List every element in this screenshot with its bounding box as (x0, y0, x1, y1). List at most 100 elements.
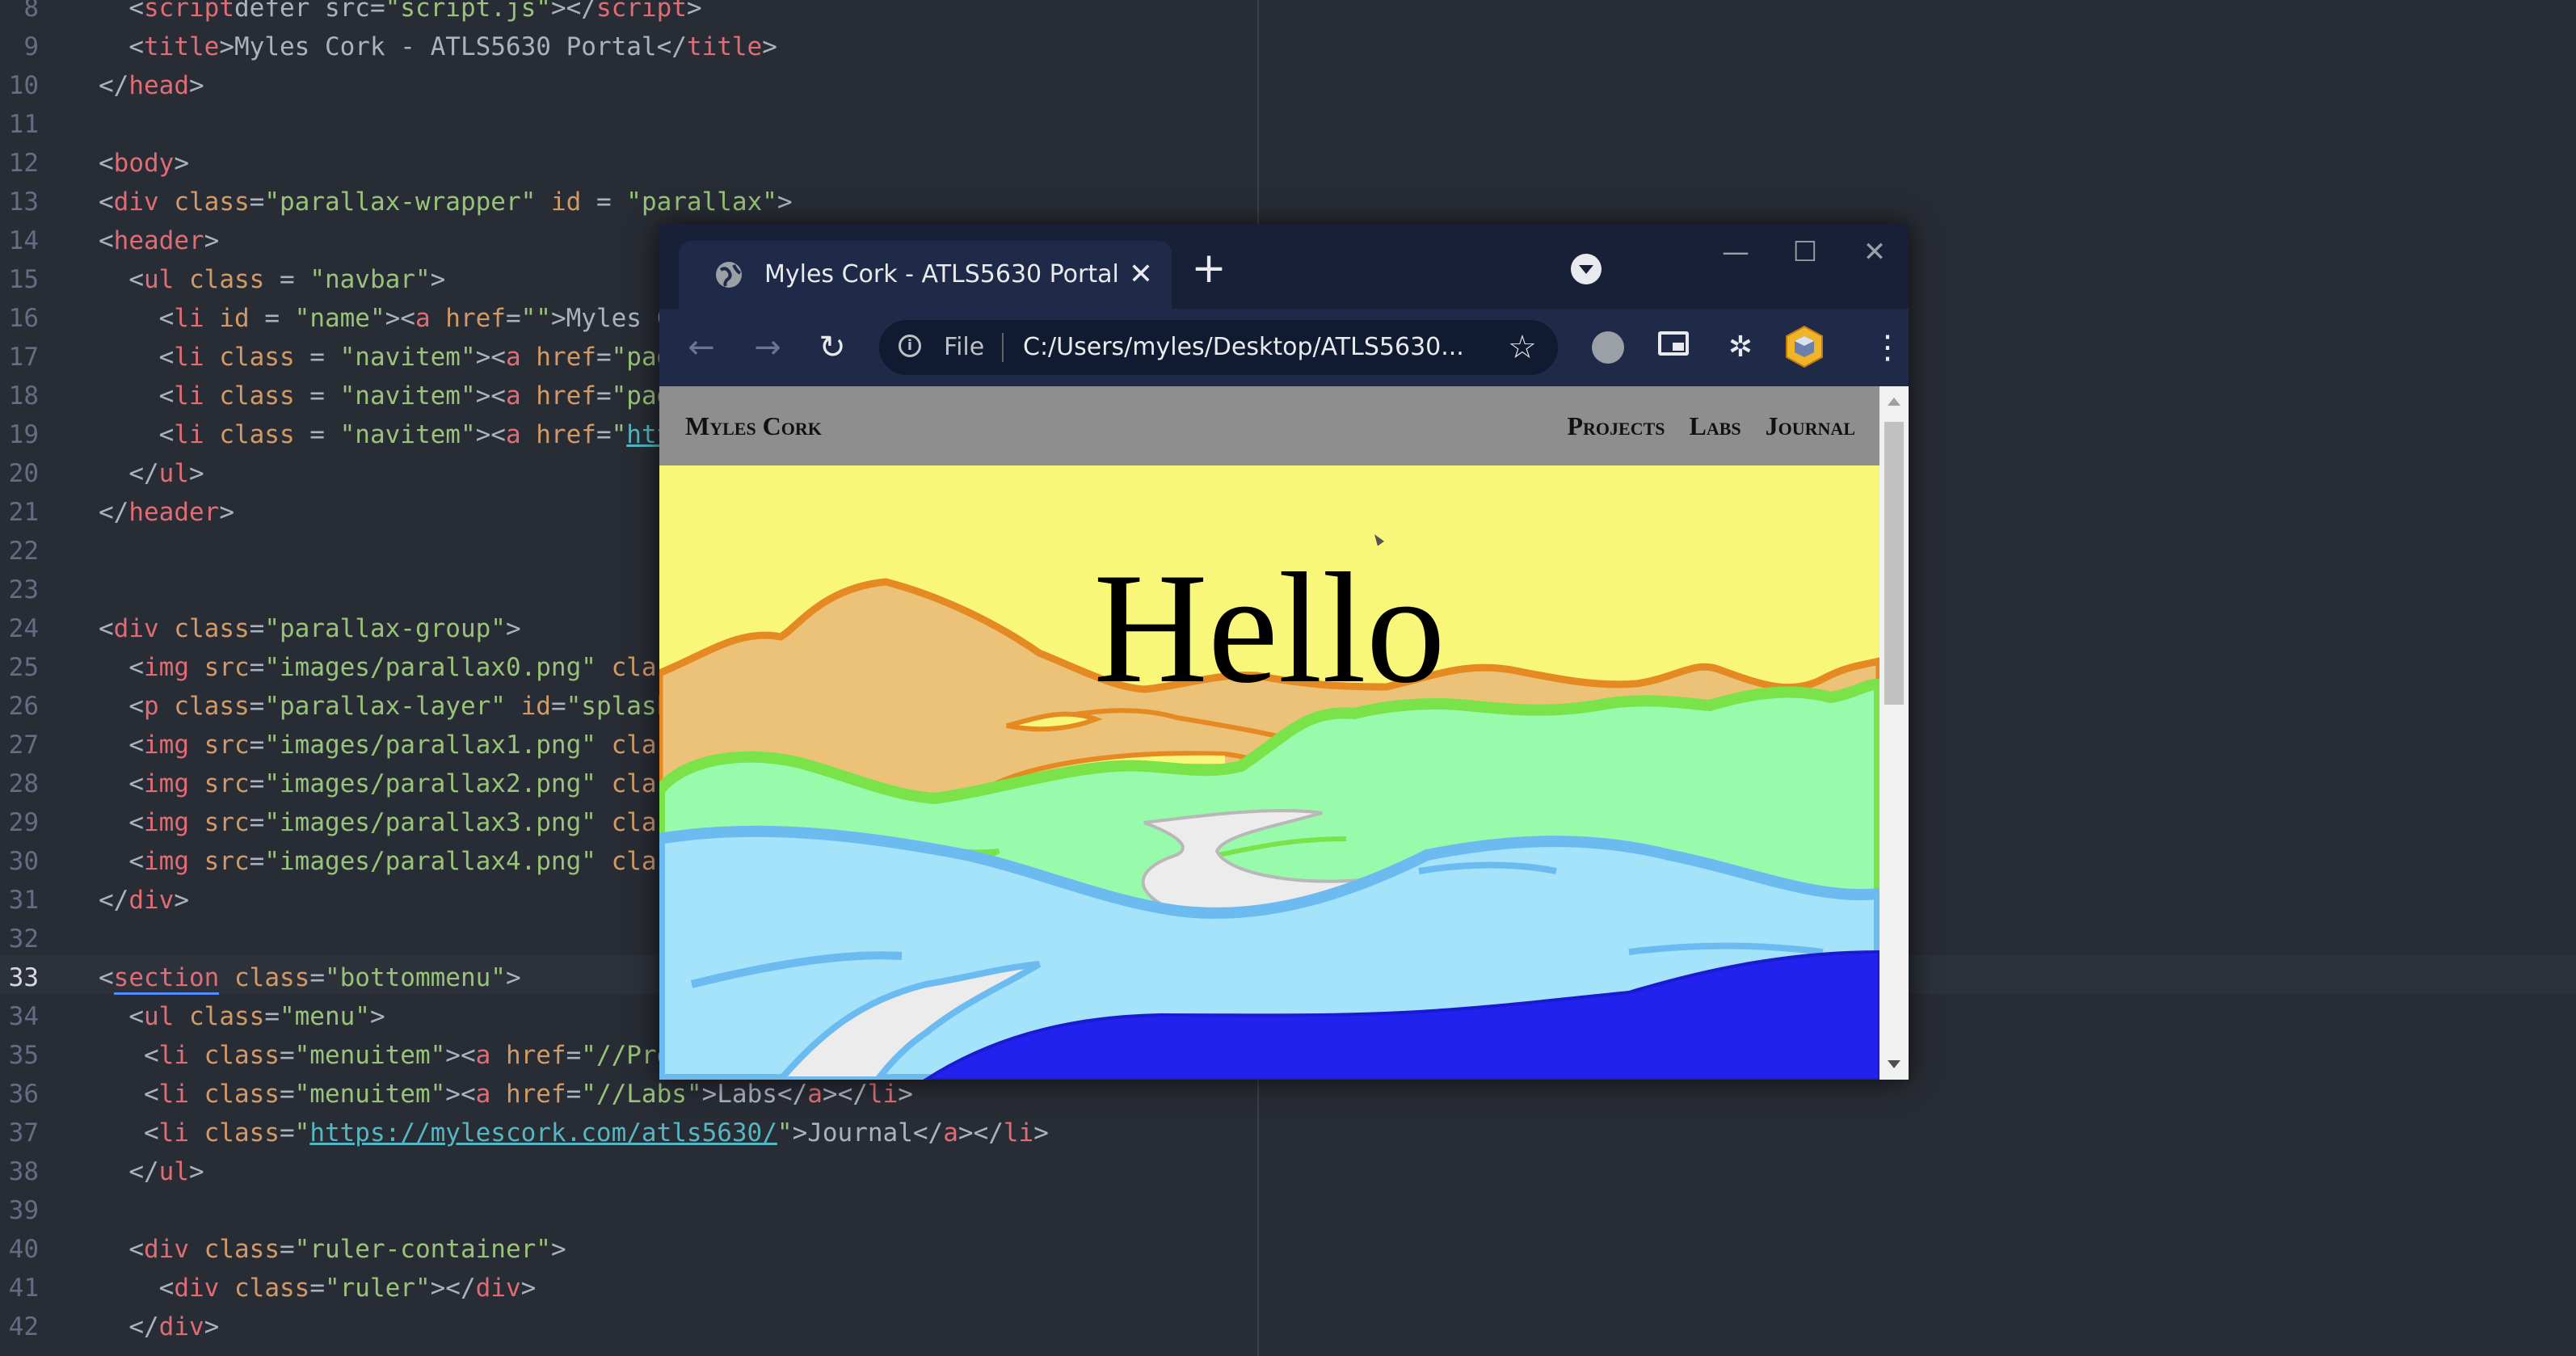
line-number: 23 (8, 575, 39, 604)
code-line[interactable]: 32 (0, 920, 99, 958)
code-line[interactable]: 11 (0, 105, 99, 144)
close-window-button[interactable]: ✕ (1841, 228, 1909, 276)
code-token: class (188, 1118, 280, 1148)
code-token: = (264, 265, 310, 294)
nav-link-labs[interactable]: Labs (1690, 407, 1741, 444)
code-line[interactable]: 8 <scriptdefer src="script.js"></script> (0, 0, 701, 27)
code-token: class (204, 343, 295, 372)
code-line[interactable]: 36 <li class="menuitem"><a href="//Labs"… (0, 1075, 913, 1114)
info-icon[interactable]: i (899, 335, 921, 357)
code-token: class (204, 420, 295, 449)
profile-cube-icon[interactable] (1784, 325, 1825, 368)
url-text[interactable]: C:/Users/myles/Desktop/ATLS5630... (1023, 331, 1464, 364)
code-token: "parallax-wrapper" (264, 187, 537, 217)
code-token: < (99, 808, 144, 837)
star-icon[interactable]: ☆ (1508, 330, 1537, 365)
code-token: < (99, 847, 144, 876)
title-bar[interactable]: Myles Cork - ATLS5630 Portal ✕ + — ☐ ✕ (659, 225, 1909, 309)
code-line[interactable]: 34 <ul class="menu"> (0, 997, 385, 1036)
code-token: src (189, 847, 250, 876)
browser-window[interactable]: Myles Cork - ATLS5630 Portal ✕ + — ☐ ✕ ←… (659, 225, 1909, 1080)
code-line[interactable]: 12 <body> (0, 144, 189, 183)
code-line[interactable]: 14 <header> (0, 221, 220, 260)
code-line[interactable]: 41 <div class="ruler"></div> (0, 1269, 537, 1308)
page-viewport[interactable]: Myles Cork Projects Labs Journal Hello (659, 386, 1909, 1080)
code-line[interactable]: 28 <img src="images/parallax2.png" class (0, 764, 687, 803)
picture-in-picture-icon[interactable] (1658, 331, 1689, 356)
code-token: href (430, 304, 506, 333)
code-line[interactable]: 24 <div class="parallax-group"> (0, 609, 521, 648)
code-line[interactable]: 9 <title>Myles Cork - ATLS5630 Portal</t… (0, 27, 777, 66)
code-line[interactable]: 35 <li class="menuitem"><a href="//Proj (0, 1036, 687, 1075)
maximize-button[interactable]: ☐ (1771, 228, 1839, 276)
new-tab-button[interactable]: + (1185, 246, 1233, 294)
code-line[interactable]: 13 <div class="parallax-wrapper" id = "pa… (0, 183, 793, 221)
code-line[interactable]: 30 <img src="images/parallax4.png" class (0, 842, 687, 881)
code-line[interactable]: 21 </header> (0, 493, 234, 532)
browser-tab[interactable]: Myles Cork - ATLS5630 Portal ✕ (679, 241, 1172, 309)
line-number: 20 (8, 459, 39, 488)
code-token: = (249, 769, 265, 798)
nav-link-projects[interactable]: Projects (1567, 407, 1665, 444)
address-bar[interactable]: i File C:/Users/myles/Desktop/ATLS5630..… (879, 320, 1558, 375)
code-line[interactable]: 39 (0, 1191, 99, 1230)
code-token: a (807, 1080, 823, 1109)
code-token: li (174, 343, 204, 372)
code-line[interactable]: 25 <img src="images/parallax0.png" class (0, 648, 687, 687)
code-line[interactable]: 29 <img src="images/parallax3.png" class (0, 803, 687, 842)
code-token: > (505, 614, 521, 643)
code-line[interactable]: 15 <ul class = "navbar"> (0, 260, 446, 299)
back-button[interactable]: ← (677, 323, 726, 372)
code-line[interactable]: 27 <img src="images/parallax1.png" class (0, 726, 687, 764)
code-line[interactable]: 38 </ul> (0, 1152, 204, 1191)
code-token: src (189, 808, 250, 837)
code-token: img (144, 847, 189, 876)
extension-circle-icon[interactable] (1592, 331, 1624, 364)
forward-button[interactable]: → (743, 323, 792, 372)
code-line[interactable]: 42 </div> (0, 1308, 220, 1346)
code-token: class (158, 187, 250, 217)
code-line[interactable]: 37 <li class="https://mylescork.com/atls… (0, 1114, 1049, 1152)
code-token: < (99, 1274, 175, 1303)
tab-close-button[interactable]: ✕ (1122, 255, 1160, 294)
code-token: a (415, 304, 431, 333)
code-line[interactable]: 19 <li class = "navitem"><a href="http (0, 415, 687, 454)
reload-button[interactable]: ↻ (808, 323, 857, 372)
code-token: > (520, 1274, 537, 1303)
code-line[interactable]: 18 <li class = "navitem"><a href="page (0, 377, 687, 415)
tab-search-icon[interactable] (1571, 254, 1602, 284)
code-token: = (596, 381, 612, 411)
kebab-menu-icon[interactable]: ⋮ (1871, 325, 1904, 370)
code-token: src (189, 731, 250, 760)
line-number: 21 (8, 498, 39, 527)
code-line[interactable]: 23 (0, 571, 99, 609)
line-number: 27 (8, 731, 39, 760)
code-token: = (249, 653, 265, 682)
site-name-link[interactable]: Myles Cork (685, 407, 822, 444)
code-line[interactable]: 16 <li id = "name"><a href="">Myles Co (0, 299, 687, 338)
code-token: < (99, 32, 144, 61)
code-line[interactable]: 20 </ul> (0, 454, 204, 493)
page-scrollbar[interactable] (1879, 386, 1909, 1080)
code-token: "navitem" (339, 343, 476, 372)
scroll-down-arrow-icon[interactable] (1888, 1060, 1900, 1068)
globe-icon (716, 262, 742, 288)
code-token: "bottommenu" (324, 963, 506, 992)
code-line[interactable]: 40 <div class="ruler-container"> (0, 1230, 566, 1269)
code-line[interactable]: 33 <section class="bottommenu"> (0, 958, 521, 997)
code-token: = (249, 692, 265, 721)
puzzle-icon[interactable]: ✲ (1721, 328, 1760, 367)
code-line[interactable]: 17 <li class = "navitem"><a href="page (0, 338, 687, 377)
nav-link-journal[interactable]: Journal (1766, 407, 1855, 444)
scroll-up-arrow-icon[interactable] (1888, 398, 1900, 406)
code-line[interactable]: 31 </div> (0, 881, 189, 920)
site-navbar: Myles Cork Projects Labs Journal (659, 386, 1879, 465)
code-token: " (611, 420, 627, 449)
code-token: < (99, 226, 114, 255)
code-line[interactable]: 26 <p class="parallax-layer" id="splash0 (0, 687, 687, 726)
scrollbar-thumb[interactable] (1884, 422, 1904, 705)
code-line[interactable]: 10 </head> (0, 66, 204, 105)
minimize-button[interactable]: — (1702, 228, 1770, 276)
code-token: a (505, 381, 521, 411)
code-line[interactable]: 22 (0, 532, 99, 571)
